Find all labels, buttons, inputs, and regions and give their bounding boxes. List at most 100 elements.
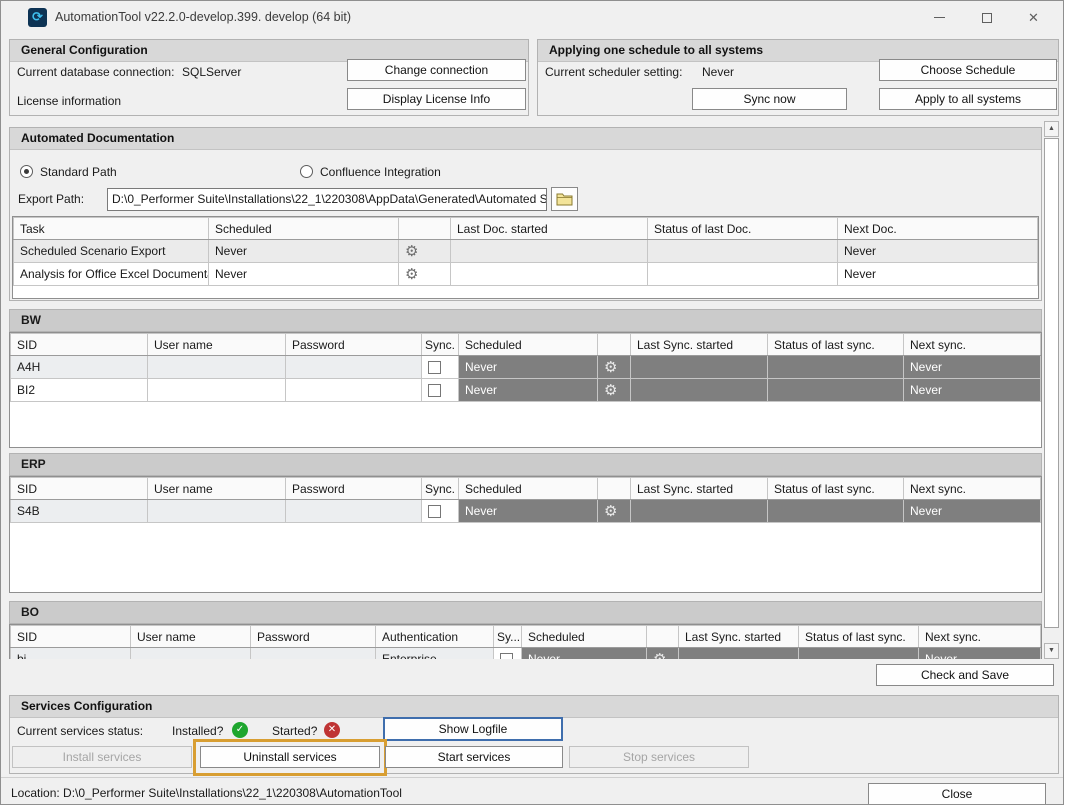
standard-path-radio[interactable]: Standard Path [20,165,117,179]
automated-documentation-group: Automated Documentation Standard Path Co… [9,127,1042,301]
export-path-input[interactable]: D:\0_Performer Suite\Installations\22_1\… [107,188,547,211]
col-status-of-last-doc[interactable]: Status of last Doc. [648,218,838,240]
authentication-cell[interactable]: Enterprise [376,648,494,660]
sync-checkbox[interactable] [428,361,441,374]
status-of-last-sync-cell [768,500,904,523]
col-last-sync-started[interactable]: Last Sync. started [679,626,799,648]
status-of-last-doc-cell [648,240,838,263]
sync-checkbox[interactable] [428,505,441,518]
scrollbar-thumb[interactable] [1044,138,1059,628]
col-next-doc[interactable]: Next Doc. [838,218,1038,240]
col-gear[interactable] [598,334,631,356]
gear-icon[interactable]: ⚙ [604,382,617,399]
schedule-all-group: Applying one schedule to all systems Cur… [537,39,1059,116]
col-user-name[interactable]: User name [148,478,286,500]
user-name-cell[interactable] [131,648,251,660]
scroll-down-button[interactable]: ▼ [1044,643,1059,659]
maximize-button[interactable] [963,1,1010,34]
scheduled-cell: Never [459,356,598,379]
col-password[interactable]: Password [251,626,376,648]
col-sync[interactable]: Sync. [422,478,459,500]
vertical-scrollbar[interactable]: ▲ ▼ [1044,121,1059,659]
col-status-of-last-sync[interactable]: Status of last sync. [768,478,904,500]
col-authentication[interactable]: Authentication [376,626,494,648]
apply-to-all-systems-button[interactable]: Apply to all systems [879,88,1057,110]
status-of-last-sync-cell [768,356,904,379]
close-window-button[interactable]: ✕ [1010,1,1057,34]
close-icon: ✕ [1028,10,1039,26]
col-status-of-last-sync[interactable]: Status of last sync. [768,334,904,356]
user-name-cell[interactable] [148,356,286,379]
col-last-doc-started[interactable]: Last Doc. started [451,218,648,240]
started-label: Started? [272,724,317,738]
col-task[interactable]: Task [14,218,209,240]
col-password[interactable]: Password [286,478,422,500]
check-and-save-button[interactable]: Check and Save [876,664,1054,686]
gear-icon[interactable]: ⚙ [604,503,617,520]
col-status-of-last-sync[interactable]: Status of last sync. [799,626,919,648]
minimize-button[interactable] [916,1,963,34]
col-next-sync[interactable]: Next sync. [904,478,1041,500]
erp-header-row: SID User name Password Sync. Scheduled L… [11,478,1041,500]
sync-checkbox[interactable] [500,653,513,659]
table-row[interactable]: bi Enterprise Never ⚙ Never [11,648,1041,660]
show-logfile-button[interactable]: Show Logfile [383,717,563,741]
footer-bar: Location: D:\0_Performer Suite\Installat… [1,777,1063,805]
gear-icon[interactable]: ⚙ [653,651,666,660]
table-row[interactable]: BI2 Never ⚙ Never [11,379,1041,402]
password-cell[interactable] [286,379,422,402]
password-cell[interactable] [286,500,422,523]
gear-icon[interactable]: ⚙ [405,243,418,260]
table-row[interactable]: Scheduled Scenario Export Never ⚙ Never [14,240,1038,263]
col-gear[interactable] [598,478,631,500]
close-button[interactable]: Close [868,783,1046,805]
col-next-sync[interactable]: Next sync. [904,334,1041,356]
col-gear[interactable] [399,218,451,240]
user-name-cell[interactable] [148,500,286,523]
col-scheduled[interactable]: Scheduled [209,218,399,240]
col-sid[interactable]: SID [11,478,148,500]
confluence-integration-radio[interactable]: Confluence Integration [300,165,441,179]
gear-icon[interactable]: ⚙ [405,266,418,283]
sync-now-button[interactable]: Sync now [692,88,847,110]
table-row[interactable]: A4H Never ⚙ Never [11,356,1041,379]
col-sid[interactable]: SID [11,334,148,356]
status-of-last-doc-cell [648,263,838,286]
display-license-info-button[interactable]: Display License Info [347,88,526,110]
gear-icon[interactable]: ⚙ [604,359,617,376]
bw-tablebox: SID User name Password Sync. Scheduled L… [9,332,1042,448]
table-row[interactable]: S4B Never ⚙ Never [11,500,1041,523]
automated-doc-table: Task Scheduled Last Doc. started Status … [13,217,1038,286]
bo-section-header: BO [9,601,1042,624]
user-name-cell[interactable] [148,379,286,402]
scroll-up-button[interactable]: ▲ [1044,121,1059,137]
schedule-settings-cell: ⚙ [598,356,631,379]
col-sync[interactable]: Sy... [494,626,522,648]
col-sync[interactable]: Sync. [422,334,459,356]
password-cell[interactable] [286,356,422,379]
col-scheduled[interactable]: Scheduled [522,626,647,648]
col-last-sync-started[interactable]: Last Sync. started [631,478,768,500]
col-scheduled[interactable]: Scheduled [459,478,598,500]
sync-checkbox[interactable] [428,384,441,397]
sync-checkbox-cell [422,500,459,523]
col-user-name[interactable]: User name [131,626,251,648]
last-sync-started-cell [631,500,768,523]
col-next-sync[interactable]: Next sync. [919,626,1041,648]
db-connection-value: SQLServer [182,65,241,79]
sid-cell: bi [11,648,131,660]
password-cell[interactable] [251,648,376,660]
table-row[interactable]: Analysis for Office Excel Documenta... N… [14,263,1038,286]
change-connection-button[interactable]: Change connection [347,59,526,81]
start-services-button[interactable]: Start services [385,746,563,768]
col-user-name[interactable]: User name [148,334,286,356]
col-last-sync-started[interactable]: Last Sync. started [631,334,768,356]
scheduled-cell: Never [459,379,598,402]
col-password[interactable]: Password [286,334,422,356]
col-gear[interactable] [647,626,679,648]
browse-folder-button[interactable] [551,187,578,211]
choose-schedule-button[interactable]: Choose Schedule [879,59,1057,81]
col-sid[interactable]: SID [11,626,131,648]
col-scheduled[interactable]: Scheduled [459,334,598,356]
next-sync-cell: Never [904,356,1041,379]
